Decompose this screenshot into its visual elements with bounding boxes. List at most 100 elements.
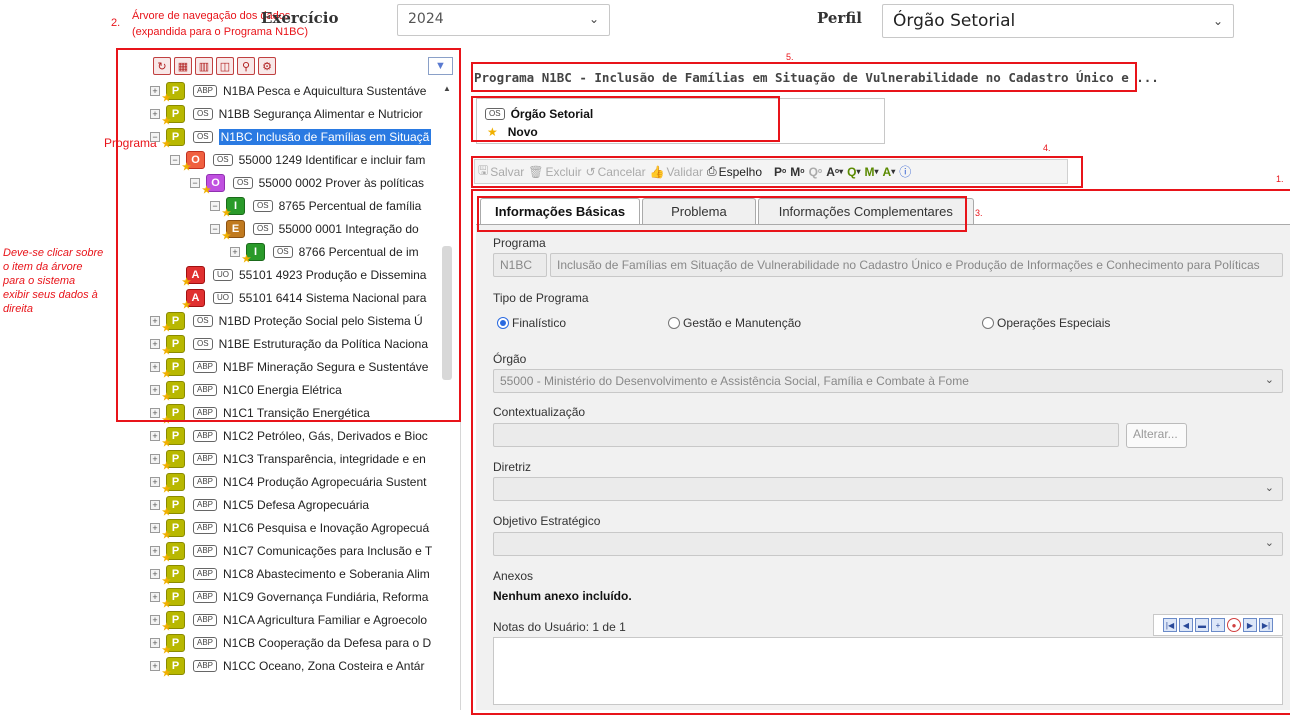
tree-row[interactable]: − E ★ OS 55000 0001 Integração do (210, 218, 419, 242)
expand-toggle-icon[interactable]: + (150, 477, 160, 487)
scroll-up-icon[interactable]: ▲ (443, 84, 451, 93)
collapse-toggle-icon[interactable]: − (190, 178, 200, 188)
last-icon[interactable]: ▶| (1259, 618, 1273, 632)
diretriz-select[interactable]: ⌄ (493, 477, 1283, 501)
tree-row[interactable]: A ★ UO 55101 4923 Produção e Dissemina (170, 264, 426, 288)
validar-button[interactable]: 👍 Validar (650, 165, 703, 179)
first-icon[interactable]: |◀ (1163, 618, 1177, 632)
a-add-dropdown-button[interactable]: A ▾ (883, 165, 896, 179)
search-icon[interactable]: ⚲ (237, 57, 255, 75)
tab-informacoes-complementares[interactable]: Informações Complementares (757, 198, 974, 224)
expand-toggle-icon[interactable]: + (150, 408, 160, 418)
m-tool-button[interactable]: Mo (790, 165, 804, 179)
expand-toggle-icon[interactable]: + (150, 454, 160, 464)
tree-row[interactable]: + P ★ ABP N1C0 Energia Elétrica (150, 379, 342, 403)
tree-row[interactable]: + P ★ ABP N1C8 Abastecimento e Soberania Ali… (150, 563, 430, 587)
expand-toggle-icon[interactable]: + (150, 500, 160, 510)
node-type-letter: P (171, 545, 180, 557)
collapse-toggle-icon[interactable]: − (210, 224, 220, 234)
tree-row[interactable]: + P ★ ABP N1C1 Transição Energética (150, 402, 370, 426)
radio-operacoes-especiais[interactable]: Operações Especiais (982, 316, 1110, 330)
delete-icon[interactable]: ● (1227, 618, 1241, 632)
tree-row[interactable]: − O ★ OS 55000 0002 Prover às políticas (190, 172, 424, 196)
expand-toggle-icon[interactable]: + (150, 638, 160, 648)
tree-row[interactable]: + P ★ ABP N1C9 Governança Fundiária, Reforma (150, 586, 428, 610)
expand-toggle-icon[interactable]: + (150, 592, 160, 602)
m-dropdown-button[interactable]: M ▾ (865, 165, 879, 179)
tree-row[interactable]: − O ★ OS 55000 1249 Identificar e incluir fa… (170, 149, 425, 173)
expand-toggle-icon[interactable]: + (150, 523, 160, 533)
expand-toggle-icon[interactable]: + (150, 661, 160, 671)
tree-menu-dropdown-icon[interactable]: ▼ (428, 57, 453, 75)
gear-icon[interactable]: ⚙ (258, 57, 276, 75)
tab-informacoes-basicas[interactable]: Informações Básicas (480, 198, 641, 224)
expand-toggle-icon[interactable]: + (150, 546, 160, 556)
collapse-toggle-icon[interactable]: − (150, 132, 160, 142)
tree-row[interactable]: + P ★ ABP N1CC Oceano, Zona Costeira e Antár (150, 655, 424, 679)
expand-toggle-icon[interactable]: + (150, 339, 160, 349)
node-type-icon: A ★ (182, 289, 205, 311)
expand-toggle-icon[interactable]: + (150, 86, 160, 96)
salvar-button[interactable]: 🖫 Salvar (478, 161, 524, 182)
tree-row[interactable]: + P ★ ABP N1BA Pesca e Aquicultura Sustentáv… (150, 80, 426, 104)
a-dropdown-button[interactable]: Ao ▾ (826, 165, 843, 179)
expand-toggle-icon[interactable]: + (150, 109, 160, 119)
tree-row[interactable]: + I ★ OS 8766 Percentual de im (230, 241, 419, 265)
tree-row[interactable]: − I ★ OS 8765 Percentual de família (210, 195, 421, 219)
perfil-select[interactable]: Órgão Setorial ⌄ (882, 4, 1234, 38)
objetivo-select[interactable]: ⌄ (493, 532, 1283, 556)
add-icon[interactable]: + (1211, 618, 1225, 632)
collapse-toggle-icon[interactable]: − (170, 155, 180, 165)
thumbs-up-icon: 👍 (649, 164, 665, 179)
tree-row[interactable]: + P ★ ABP N1C6 Pesquisa e Inovação Agropecuá (150, 517, 429, 541)
programa-code-field[interactable]: N1BC (493, 253, 547, 277)
radio-gestao-manutencao[interactable]: Gestão e Manutenção (668, 316, 801, 330)
excluir-button[interactable]: 🗑 Excluir (528, 165, 581, 179)
tree-row[interactable]: + P ★ ABP N1CA Agricultura Familiar e Agroec… (150, 609, 427, 633)
tree-row[interactable]: + P ★ OS N1BE Estruturação da Política Nacio… (150, 333, 428, 357)
tree-row[interactable]: + P ★ ABP N1C4 Produção Agropecuária Sustent (150, 471, 426, 495)
alterar-button[interactable]: Alterar... (1126, 423, 1187, 448)
radio-finalistico[interactable]: Finalístico (497, 316, 566, 330)
prev-icon[interactable]: ◀ (1179, 618, 1193, 632)
exercicio-select[interactable]: 2024 ⌄ (397, 4, 610, 36)
tab-problema[interactable]: Problema (642, 198, 756, 224)
cancelar-button[interactable]: ↺ Cancelar (586, 165, 646, 179)
orgao-select[interactable]: 55000 - Ministério do Desenvolvimento e … (493, 369, 1283, 393)
tree-row[interactable]: + P ★ ABP N1CB Cooperação da Defesa para o D (150, 632, 431, 656)
next-icon[interactable]: ▶ (1243, 618, 1257, 632)
expand-toggle-icon[interactable]: + (150, 362, 160, 372)
programa-name-field[interactable]: Inclusão de Famílias em Situação de Vuln… (550, 253, 1283, 277)
collapse-toggle-icon[interactable]: − (210, 201, 220, 211)
info-icon[interactable]: ⓘ (899, 163, 911, 180)
tree-row[interactable]: + P ★ OS N1BB Segurança Alimentar e Nutricio… (150, 103, 423, 127)
notas-textarea[interactable] (493, 637, 1283, 705)
tree-expand-icon[interactable]: ▥ (195, 57, 213, 75)
expand-toggle-icon[interactable]: + (150, 385, 160, 395)
tree-scrollbar-thumb[interactable] (442, 246, 452, 380)
hierarchy-icon[interactable]: ▦ (174, 57, 192, 75)
refresh-icon[interactable]: ↻ (153, 57, 171, 75)
tree-row[interactable]: + P ★ OS N1BD Proteção Social pelo Sistema Ú (150, 310, 423, 334)
tree-row[interactable]: + P ★ ABP N1C2 Petróleo, Gás, Derivados e Bi… (150, 425, 428, 449)
splitter[interactable] (460, 80, 461, 710)
filter-icon[interactable]: ◫ (216, 57, 234, 75)
save-icon[interactable]: ▬ (1195, 618, 1209, 632)
q-tool-button[interactable]: Qo (809, 165, 823, 179)
tree-row[interactable]: + P ★ ABP N1BF Mineração Segura e Sustentáve (150, 356, 428, 380)
tree-row[interactable]: + P ★ ABP N1C3 Transparência, integridade e … (150, 448, 426, 472)
contextualizacao-field[interactable] (493, 423, 1119, 447)
tree-row[interactable]: A ★ UO 55101 6414 Sistema Nacional para (170, 287, 426, 311)
expand-toggle-icon[interactable]: + (150, 431, 160, 441)
expand-toggle-icon[interactable]: + (150, 316, 160, 326)
espelho-button[interactable]: ⎙ Espelho (707, 164, 762, 179)
expand-toggle-icon[interactable]: + (230, 247, 240, 257)
tree-row[interactable]: − P ★ OS N1BC Inclusão de Famílias em Situaç… (150, 126, 432, 150)
q-dropdown-button[interactable]: Q ▾ (847, 165, 860, 179)
node-type-letter: P (171, 568, 180, 580)
expand-toggle-icon[interactable]: + (150, 615, 160, 625)
p-tool-button[interactable]: Po (774, 165, 786, 179)
expand-toggle-icon[interactable]: + (150, 569, 160, 579)
tree-row[interactable]: + P ★ ABP N1C5 Defesa Agropecuária (150, 494, 369, 518)
tree-row[interactable]: + P ★ ABP N1C7 Comunicações para Inclusão e … (150, 540, 432, 564)
